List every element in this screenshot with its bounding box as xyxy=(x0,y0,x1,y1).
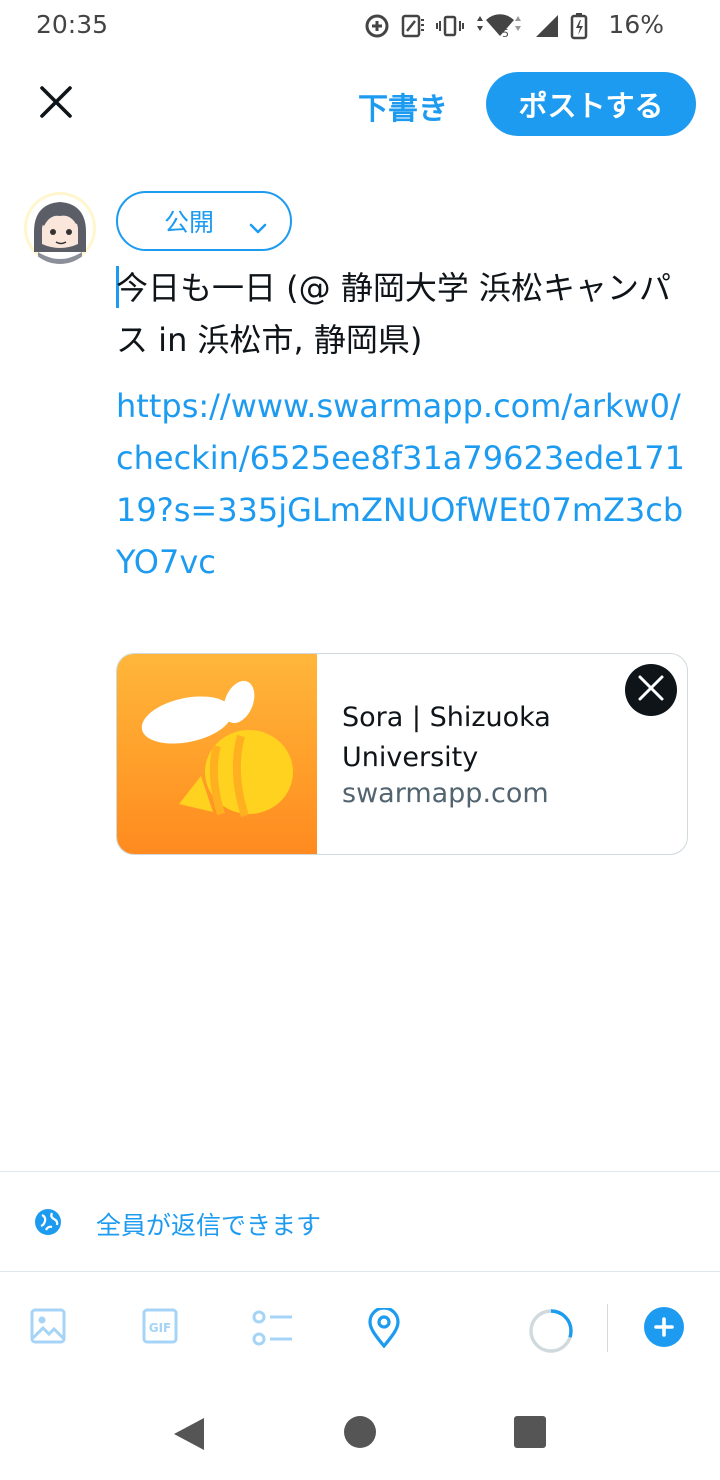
add-location-button[interactable] xyxy=(366,1306,402,1352)
add-image-button[interactable] xyxy=(30,1308,66,1348)
swarm-logo-icon xyxy=(117,654,317,854)
reply-setting-button[interactable]: 全員が返信できます xyxy=(0,1172,720,1270)
wifi-icon: 5 xyxy=(474,12,524,40)
nfc-icon xyxy=(400,13,426,39)
card-title: Sora | Shizuoka University xyxy=(342,702,551,773)
system-nav-bar xyxy=(0,1390,720,1480)
chevron-down-icon xyxy=(248,213,268,242)
reply-setting-label: 全員が返信できます xyxy=(96,1211,322,1240)
toolbar-separator xyxy=(607,1304,608,1352)
avatar[interactable] xyxy=(24,192,96,264)
audience-label: 公開 xyxy=(164,208,215,237)
vibrate-icon xyxy=(436,13,464,39)
remove-card-button[interactable] xyxy=(625,664,677,716)
status-time: 20:35 xyxy=(36,10,109,39)
data-saver-icon xyxy=(364,13,390,39)
image-icon xyxy=(30,1308,66,1348)
close-icon xyxy=(39,85,73,123)
svg-text:GIF: GIF xyxy=(149,1321,172,1335)
close-icon xyxy=(636,673,666,707)
recents-button[interactable] xyxy=(514,1416,546,1448)
globe-icon xyxy=(34,1208,62,1240)
character-count-ring xyxy=(528,1308,574,1354)
home-button[interactable] xyxy=(344,1416,376,1448)
status-icons: 5 xyxy=(364,12,588,40)
add-gif-button[interactable]: GIF xyxy=(142,1308,178,1348)
drafts-button[interactable]: 下書き xyxy=(358,84,448,128)
link-preview-card[interactable]: Sora | Shizuoka University swarmapp.com xyxy=(116,653,688,855)
composer-toolbar: GIF xyxy=(0,1272,720,1384)
status-bar: 20:35 5 16% xyxy=(0,0,720,52)
back-button[interactable] xyxy=(172,1416,206,1456)
add-post-button[interactable] xyxy=(643,1306,685,1352)
svg-text:5: 5 xyxy=(502,27,509,40)
signal-icon xyxy=(534,13,560,39)
post-button[interactable]: ポストする xyxy=(486,72,696,136)
add-post-icon xyxy=(643,1306,685,1352)
close-button[interactable] xyxy=(30,82,82,126)
gif-icon: GIF xyxy=(142,1308,178,1348)
card-domain: swarmapp.com xyxy=(342,778,549,809)
post-url-link[interactable]: https://www.swarmapp.com/arkw0/checkin/6… xyxy=(116,380,696,588)
battery-charging-icon xyxy=(570,12,588,40)
poll-icon xyxy=(252,1308,294,1352)
post-text-input[interactable]: 今日も一日 (@ 静岡大学 浜松キャンパス in 浜松市, 静岡県) xyxy=(116,262,696,366)
add-poll-button[interactable] xyxy=(252,1308,294,1352)
location-icon xyxy=(366,1306,402,1352)
audience-selector[interactable]: 公開 xyxy=(116,191,292,251)
battery-percent: 16% xyxy=(608,10,664,39)
